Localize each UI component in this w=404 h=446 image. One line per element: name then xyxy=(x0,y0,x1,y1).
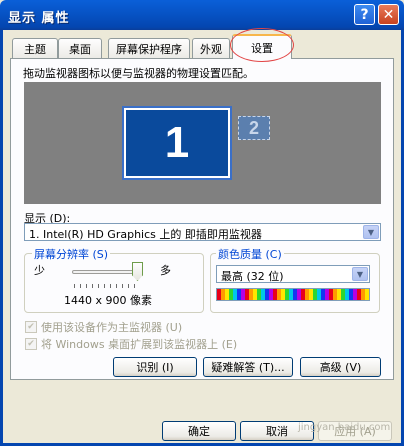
troubleshoot-button[interactable]: 疑难解答 (T)... xyxy=(203,357,293,377)
resolution-min-label: 少 xyxy=(34,264,45,277)
identify-button[interactable]: 识别 (I) xyxy=(113,357,197,377)
color-spectrum-bar xyxy=(216,288,370,301)
watermark: jingyan.baidu.com xyxy=(298,422,391,433)
tab-screensaver[interactable]: 屏幕保护程序 xyxy=(108,38,190,58)
display-select[interactable]: 1. Intel(R) HD Graphics 上的 即插即用监视器 ▼ xyxy=(24,223,381,241)
extend-desktop-checkbox[interactable]: ✔ 将 Windows 桌面扩展到该监视器上 (E) xyxy=(25,336,237,352)
monitor-1-icon[interactable]: 1 xyxy=(122,106,232,180)
tab-settings[interactable]: 设置 xyxy=(232,34,292,59)
color-quality-value: 最高 (32 位) xyxy=(221,270,284,283)
monitor-description: 拖动监视器图标以便与监视器的物理设置匹配。 xyxy=(23,67,254,80)
tab-appearance[interactable]: 外观 xyxy=(192,38,230,58)
color-quality-group xyxy=(210,253,380,313)
tab-desktop[interactable]: 桌面 xyxy=(58,38,102,58)
monitor-2-icon[interactable]: 2 xyxy=(238,116,270,140)
close-button[interactable]: ✕ xyxy=(378,4,399,25)
primary-monitor-checkbox[interactable]: ✔ 使用该设备作为主监视器 (U) xyxy=(25,319,182,335)
display-select-value: 1. Intel(R) HD Graphics 上的 即插即用监视器 xyxy=(29,228,262,241)
resolution-value: 1440 x 900 像素 xyxy=(64,294,152,307)
primary-monitor-label: 使用该设备作为主监视器 (U) xyxy=(41,321,183,334)
checkmark-icon: ✔ xyxy=(25,338,37,350)
resolution-slider-ticks xyxy=(74,284,136,288)
extend-desktop-label: 将 Windows 桌面扩展到该监视器上 (E) xyxy=(41,338,238,351)
chevron-down-icon[interactable]: ▼ xyxy=(352,267,368,281)
chevron-down-icon[interactable]: ▼ xyxy=(363,225,379,239)
help-button[interactable]: ? xyxy=(354,4,375,25)
resolution-title: 屏幕分辨率 (S) xyxy=(32,246,111,262)
title-bar[interactable]: 显示 属性 ? ✕ xyxy=(0,0,404,30)
resolution-max-label: 多 xyxy=(160,264,171,277)
tab-themes[interactable]: 主题 xyxy=(12,38,58,58)
resolution-slider-track[interactable] xyxy=(72,270,138,274)
checkmark-icon: ✔ xyxy=(25,321,37,333)
color-quality-select[interactable]: 最高 (32 位) ▼ xyxy=(216,265,370,283)
ok-button[interactable]: 确定 xyxy=(162,421,236,441)
window-title: 显示 属性 xyxy=(8,11,70,26)
advanced-button[interactable]: 高级 (V) xyxy=(300,357,381,377)
color-quality-title: 颜色质量 (C) xyxy=(216,246,284,262)
